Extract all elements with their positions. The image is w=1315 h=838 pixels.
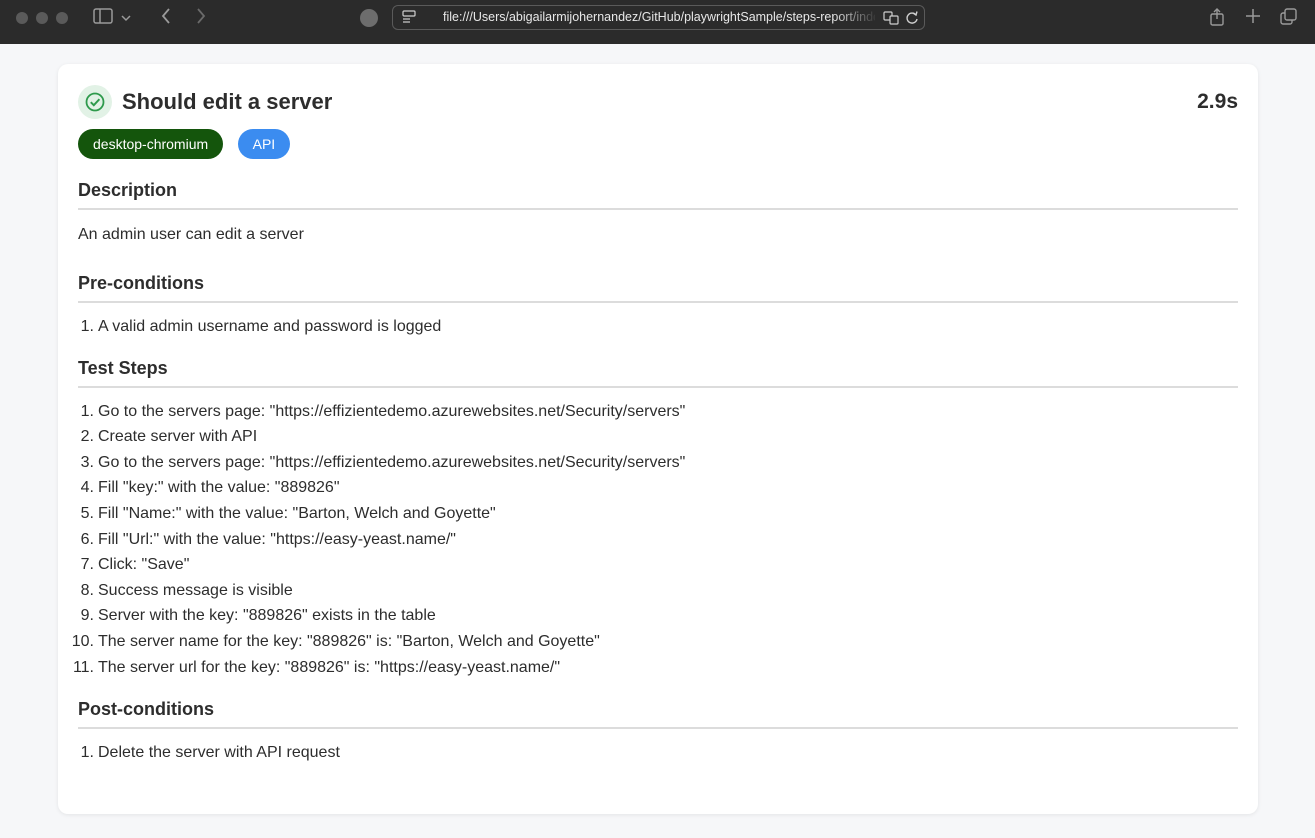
list-item: Success message is visible	[68, 581, 293, 601]
tab-overview-icon[interactable]	[1276, 8, 1302, 28]
new-tab-icon[interactable]	[1240, 8, 1266, 28]
forward-button[interactable]	[188, 8, 214, 28]
site-settings-icon[interactable]	[360, 9, 378, 27]
test-steps-heading: Test Steps	[78, 356, 1238, 388]
chevron-down-icon[interactable]	[119, 8, 133, 28]
postconditions-section: Post-conditions Delete the server with A…	[68, 697, 1238, 769]
test-steps-section: Test Steps Go to the servers page: "http…	[68, 356, 1238, 684]
share-icon[interactable]	[1204, 8, 1230, 28]
list-item: Delete the server with API request	[68, 743, 340, 763]
page-menu-icon[interactable]	[402, 10, 416, 24]
list-item: Click: "Save"	[68, 555, 190, 575]
preconditions-heading: Pre-conditions	[78, 271, 1238, 303]
test-header: Should edit a server 2.9s	[78, 84, 1238, 120]
test-report-card: Should edit a server 2.9s desktop-chromi…	[58, 64, 1258, 814]
list-item: Create server with API	[68, 427, 258, 447]
list-item: Go to the servers page: "https://effizie…	[68, 453, 686, 473]
list-item: A valid admin username and password is l…	[68, 317, 442, 337]
postconditions-list: Delete the server with API request	[68, 743, 1238, 769]
test-steps-list: Go to the servers page: "https://effizie…	[68, 402, 1238, 684]
browser-toolbar: file:///Users/abigailarmijohernandez/Git…	[0, 0, 1315, 44]
sidebar-toggle-icon[interactable]	[90, 8, 116, 28]
description-heading: Description	[78, 178, 1238, 210]
preconditions-section: Pre-conditions A valid admin username an…	[68, 271, 1238, 343]
list-item: Fill "Url:" with the value: "https://eas…	[68, 530, 456, 550]
list-item: Server with the key: "889826" exists in …	[68, 606, 436, 626]
description-text: An admin user can edit a server	[78, 226, 304, 243]
list-item: Fill "Name:" with the value: "Barton, We…	[68, 504, 496, 524]
translate-icon[interactable]	[883, 10, 899, 26]
url-text[interactable]: file:///Users/abigailarmijohernandez/Git…	[443, 6, 875, 29]
test-duration: 2.9s	[1197, 90, 1238, 113]
minimize-window-button[interactable]	[36, 12, 48, 24]
description-section: Description An admin user can edit a ser…	[78, 178, 1238, 245]
list-item: The server name for the key: "889826" is…	[68, 632, 600, 652]
tag-api[interactable]: API	[237, 129, 291, 159]
test-title: Should edit a server	[122, 89, 333, 114]
reload-icon[interactable]	[905, 10, 921, 26]
preconditions-list: A valid admin username and password is l…	[68, 317, 1238, 343]
url-fade	[833, 7, 878, 28]
close-window-button[interactable]	[16, 12, 28, 24]
list-item: Go to the servers page: "https://effizie…	[68, 402, 686, 422]
list-item: The server url for the key: "889826" is:…	[68, 658, 561, 678]
back-button[interactable]	[153, 8, 179, 28]
address-bar[interactable]: file:///Users/abigailarmijohernandez/Git…	[392, 5, 925, 30]
zoom-window-button[interactable]	[56, 12, 68, 24]
list-item: Fill "key:" with the value: "889826"	[68, 478, 340, 498]
tag-list: desktop-chromium API	[78, 129, 1238, 161]
check-circle-icon	[78, 85, 112, 119]
tag-project[interactable]: desktop-chromium	[78, 129, 224, 159]
postconditions-heading: Post-conditions	[78, 697, 1238, 730]
